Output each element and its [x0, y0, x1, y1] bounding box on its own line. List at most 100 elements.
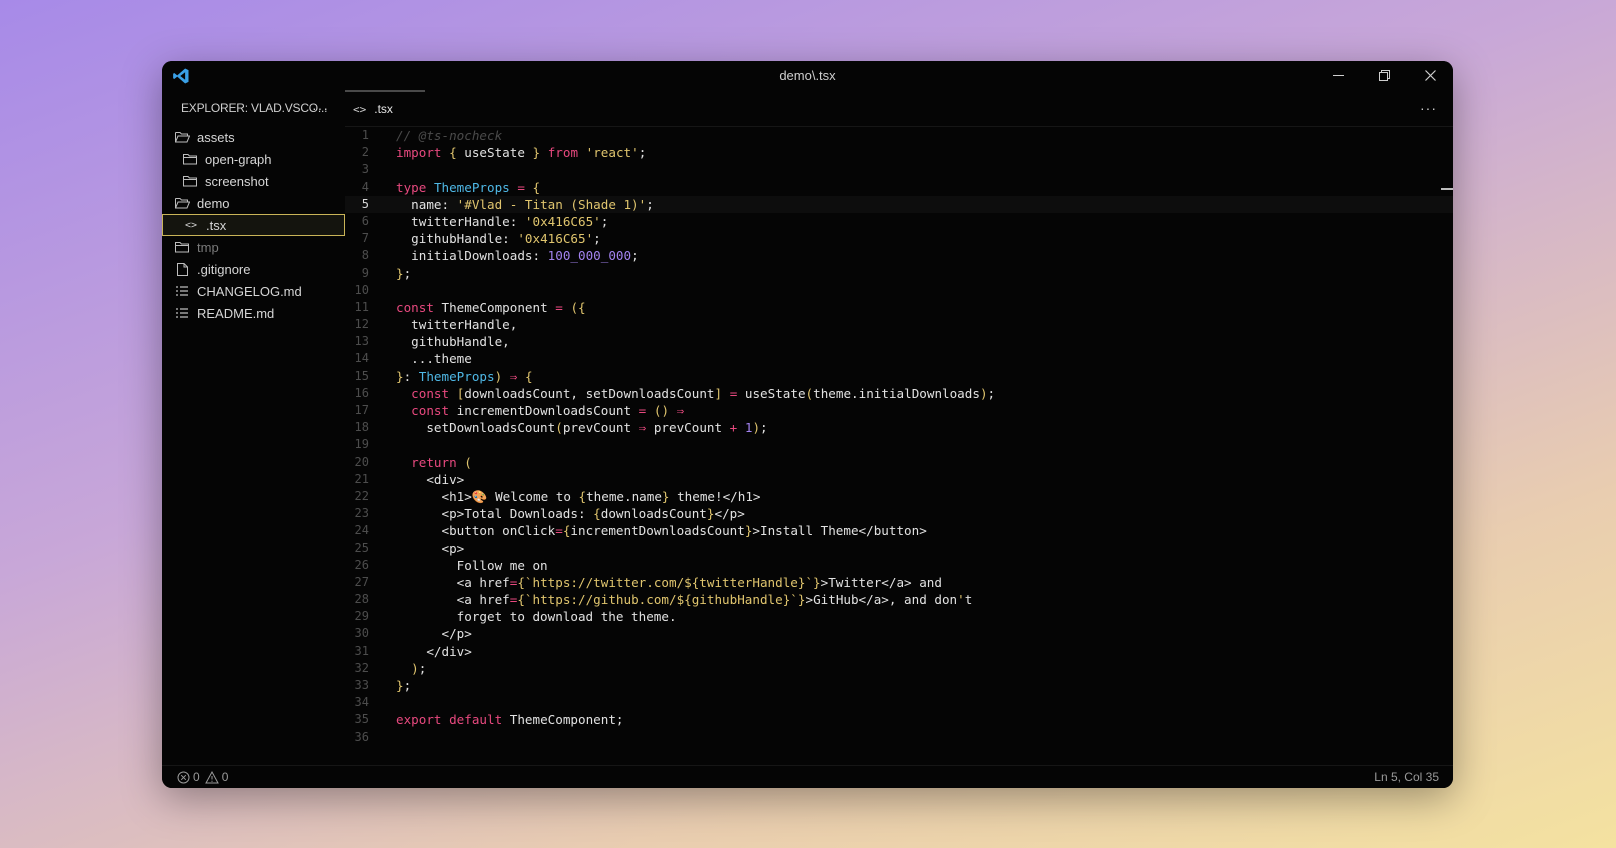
code-text: const [downloadsCount, setDownloadsCount… — [411, 385, 996, 401]
line-number: 2 — [361, 145, 369, 160]
code-line: 20 return ( — [345, 454, 1453, 471]
code-line: 31 </div> — [345, 643, 1453, 660]
tree-item-gitignore[interactable]: .gitignore — [162, 258, 345, 280]
code-text: initialDownloads: 100_000_000; — [396, 248, 639, 264]
code-text: }: ThemeProps) ⇒ { — [396, 368, 533, 384]
line-number: 7 — [361, 231, 369, 246]
folder-open-icon — [174, 196, 190, 210]
code-text: }; — [396, 265, 412, 281]
code-text: <p>Total Downloads: {downloadsCount}</p> — [396, 506, 745, 522]
explorer-title: EXPLORER: VLAD.VSCO... — [181, 101, 328, 115]
markdown-icon — [174, 306, 190, 320]
code-line: 5 name: '#Vlad - Titan (Shade 1)'; — [345, 195, 1453, 213]
tree-item-label: README.md — [197, 305, 275, 321]
line-number: 3 — [361, 162, 369, 177]
line-number: 30 — [354, 626, 369, 641]
line-number: 13 — [354, 334, 369, 349]
tree-item-assets[interactable]: assets — [162, 126, 345, 148]
file-tree: assets open-graph screenshot demo <> .tsx tmp.… — [162, 126, 345, 324]
line-number: 34 — [354, 695, 369, 710]
line-number: 28 — [354, 592, 369, 607]
line-number: 19 — [354, 437, 369, 452]
code-text: Follow me on — [396, 557, 548, 573]
error-count: 0 — [193, 770, 200, 784]
code-editor[interactable]: 1 // @ts-nocheck 2 import { useState } from… — [345, 127, 1453, 766]
code-line: 27 <a href={`https://twitter.com/${twitt… — [345, 574, 1453, 591]
problems-indicator[interactable]: 0 0 — [177, 770, 228, 784]
cursor-position[interactable]: Ln 5, Col 35 — [1374, 770, 1439, 784]
line-number: 10 — [354, 282, 369, 297]
tree-item-label: .tsx — [206, 217, 227, 233]
code-line: 26 Follow me on — [345, 557, 1453, 574]
tab-tsx[interactable]: <> .tsx — [345, 90, 425, 126]
restore-button[interactable] — [1361, 61, 1407, 90]
line-number: 6 — [361, 213, 369, 228]
tree-item-label: demo — [197, 195, 230, 211]
tree-item-changelog-md[interactable]: CHANGELOG.md — [162, 280, 345, 302]
code-text: <a href={`https://github.com/${githubHan… — [396, 592, 973, 608]
close-button[interactable] — [1407, 61, 1453, 90]
tree-item-screenshot[interactable]: screenshot — [162, 170, 345, 192]
code-line: 32 ); — [345, 660, 1453, 677]
code-text: <a href={`https://twitter.com/${twitterH… — [396, 574, 942, 590]
code-line: 15}: ThemeProps) ⇒ { — [345, 368, 1453, 385]
folder-icon — [182, 152, 198, 166]
tree-item-label: screenshot — [205, 173, 269, 189]
line-number: 26 — [354, 557, 369, 572]
code-text: ); — [411, 660, 427, 676]
line-number: 22 — [354, 488, 369, 503]
code-file-icon: <> — [353, 102, 367, 116]
minimize-button[interactable] — [1315, 61, 1361, 90]
editor-more-icon[interactable]: ··· — [1420, 100, 1437, 116]
code-text: }; — [396, 678, 412, 693]
tab-bar: <> .tsx ··· — [345, 90, 1453, 127]
code-line: 23 <p>Total Downloads: {downloadsCount}<… — [345, 505, 1453, 522]
status-bar: 0 0 Ln 5, Col 35 — [162, 765, 1453, 788]
tree-item-tmp[interactable]: tmp — [162, 236, 345, 258]
restore-icon — [1378, 70, 1390, 81]
code-text: githubHandle: '0x416C65'; — [396, 231, 601, 247]
code-text: <button onClick={incrementDownloadsCount… — [396, 523, 927, 539]
line-number: 24 — [354, 523, 369, 538]
code-line: 35 export default ThemeComponent; — [345, 711, 1453, 728]
code-text: type ThemeProps = { — [396, 179, 541, 195]
line-number: 21 — [354, 471, 369, 486]
error-icon — [177, 771, 190, 783]
tree-item-open-graph[interactable]: open-graph — [162, 148, 345, 170]
code-text: ...theme — [396, 351, 472, 367]
code-line: 13 githubHandle, — [345, 333, 1453, 350]
editor-window: demo\.tsx EXPLORER: VLAD.VSCO... ··· ass… — [162, 61, 1453, 788]
tree-item-readme-md[interactable]: README.md — [162, 302, 345, 324]
line-number: 9 — [361, 265, 369, 280]
code-line: 14 ...theme — [345, 350, 1453, 367]
line-number: 12 — [354, 317, 369, 332]
tree-item-demo[interactable]: demo — [162, 192, 345, 214]
code-line: 1 // @ts-nocheck — [345, 127, 1453, 144]
code-line: 8 initialDownloads: 100_000_000; — [345, 247, 1453, 264]
folder-icon — [174, 240, 190, 254]
line-number: 36 — [354, 729, 369, 744]
explorer-header: EXPLORER: VLAD.VSCO... ··· — [162, 90, 345, 126]
folder-open-icon — [174, 130, 190, 144]
code-text: <p> — [396, 540, 465, 556]
explorer-sidebar: EXPLORER: VLAD.VSCO... ··· assets open-gr… — [162, 90, 346, 766]
code-text: return ( — [411, 454, 472, 470]
code-text: const incrementDownloadsCount = () ⇒ — [411, 403, 685, 418]
close-icon — [1424, 70, 1436, 81]
code-line: 11 const ThemeComponent = ({ — [345, 299, 1453, 316]
vscode-logo-icon — [173, 68, 189, 84]
tree-item-tsx[interactable]: <> .tsx — [162, 214, 345, 236]
explorer-more-icon[interactable]: ··· — [312, 100, 329, 116]
tab-label: .tsx — [374, 102, 393, 116]
window-controls — [1315, 61, 1453, 90]
line-number: 1 — [361, 128, 369, 142]
code-line: 36 — [345, 729, 1453, 746]
code-line: 18 setDownloadsCount(prevCount ⇒ prevCou… — [345, 419, 1453, 436]
code-text: import { useState } from 'react'; — [396, 145, 647, 161]
scrollbar-marker[interactable] — [1441, 188, 1453, 190]
code-line: 19 — [345, 436, 1453, 453]
line-number: 35 — [354, 712, 369, 727]
line-number: 33 — [354, 678, 369, 692]
line-number: 16 — [354, 385, 369, 400]
code-line: 33}; — [345, 677, 1453, 694]
